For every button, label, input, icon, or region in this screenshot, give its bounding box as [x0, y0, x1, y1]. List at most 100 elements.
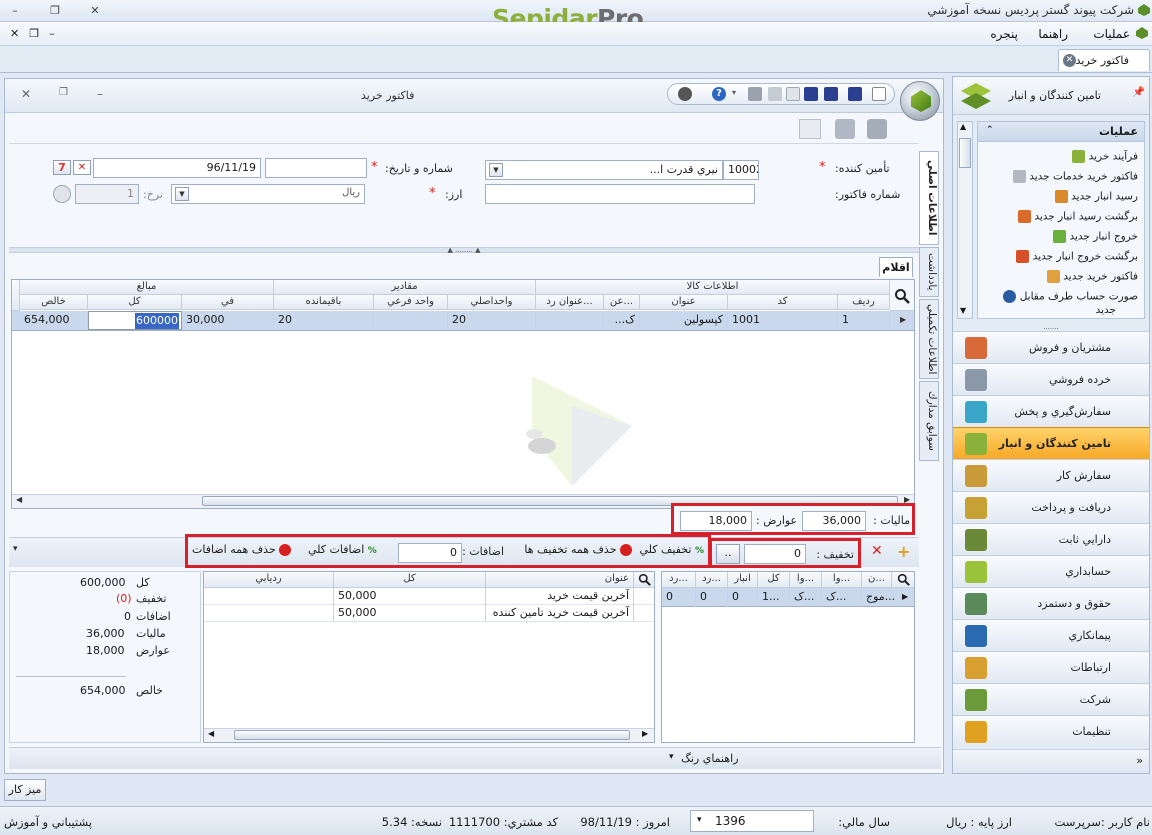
additions-input[interactable]: 0: [398, 543, 462, 563]
color-guide-bar[interactable]: ▾ راهنماي رنگ: [9, 747, 941, 769]
col-header-warehouse[interactable]: انبار: [728, 572, 758, 588]
tab-extra-info[interactable]: اطلاعات تکميلي: [919, 299, 939, 379]
delete-icon[interactable]: ✕: [871, 543, 883, 559]
cell[interactable]: 0: [662, 588, 696, 607]
col-header-2[interactable]: وا...: [822, 572, 862, 588]
cell[interactable]: موج...: [862, 588, 902, 607]
mid-grid-scrollbar[interactable]: ◀ ▶: [204, 728, 654, 742]
table-row[interactable]: ▶ موج... ک... ک... 1... 0 0 0: [662, 588, 914, 607]
cell-title-tracking[interactable]: ک...: [604, 311, 640, 330]
cell-tracking[interactable]: [204, 588, 334, 605]
cell[interactable]: ک...: [790, 588, 822, 607]
table-row[interactable]: آخرين قيمت خريد تامين کننده 50,000: [204, 605, 654, 622]
window-restore-button[interactable]: ❐: [44, 2, 66, 19]
save-new-icon[interactable]: [824, 87, 838, 101]
form-minimize-icon[interactable]: –: [97, 87, 103, 101]
col-header-total[interactable]: کل: [88, 295, 182, 310]
op-new-receipt-return[interactable]: برگشت رسيد انبار جديد: [1017, 210, 1138, 223]
cell[interactable]: ک...: [822, 588, 862, 607]
table-row[interactable]: آخرين قيمت خريد 50,000: [204, 588, 654, 605]
menu-operations[interactable]: عمليات: [1093, 27, 1130, 41]
remove-all-discounts-button[interactable]: حذف همه تخفيف ها: [524, 543, 632, 556]
col-header-1[interactable]: ن...: [862, 572, 892, 588]
expand-sidebar-icon[interactable]: »: [1136, 754, 1143, 767]
cell-unit-price[interactable]: 30,000: [182, 311, 274, 330]
cell-remaining[interactable]: 20: [274, 311, 374, 330]
module-ordering-distribution[interactable]: سفارش‌گيري و پخش: [953, 395, 1149, 427]
header-splitter[interactable]: ▲ ........ ▲: [9, 247, 919, 254]
form-restore-icon[interactable]: ❐: [59, 87, 68, 98]
col-header-main-unit[interactable]: واحداصلي: [448, 295, 536, 310]
collapse-icon[interactable]: ⌃: [986, 125, 994, 135]
module-suppliers-inventory[interactable]: تامين کنندگان و انبار: [953, 427, 1149, 459]
tab-purchase-invoice[interactable]: فاکتور خريد ✕: [1058, 49, 1150, 71]
col-header-remaining[interactable]: باقيمانده: [274, 295, 374, 310]
module-customers-sales[interactable]: مشتريان و فروش: [953, 331, 1149, 363]
op-counterparty-statement[interactable]: صورت حساب طرف مقابل: [1003, 290, 1138, 303]
fiscal-year-select[interactable]: ▾ 1396: [690, 810, 814, 832]
module-receipts-payments[interactable]: دريافت و پرداخت: [953, 491, 1149, 523]
new-icon[interactable]: [872, 87, 886, 101]
col-header-title-tracking[interactable]: عن...: [604, 295, 640, 310]
col-header-tracking-2[interactable]: رد...: [662, 572, 696, 588]
cell[interactable]: 0: [728, 588, 758, 607]
scroll-thumb[interactable]: [234, 730, 630, 740]
tax-input[interactable]: 36,000: [802, 511, 866, 531]
calendar-icon[interactable]: 7: [53, 160, 71, 175]
tab-close-icon[interactable]: ✕: [1063, 54, 1076, 67]
cell[interactable]: 1...: [758, 588, 790, 607]
form-close-icon[interactable]: ✕: [21, 87, 31, 101]
col-header-row-no[interactable]: رديف: [838, 295, 890, 310]
cell-sub-unit[interactable]: [374, 311, 448, 330]
invoice-date-input[interactable]: 96/11/19: [93, 158, 261, 178]
col-header-title[interactable]: عنوان: [486, 572, 634, 588]
sidebar-scrollbar[interactable]: ▲ ▼: [957, 121, 973, 319]
module-fixed-assets[interactable]: دارايي ثابت: [953, 523, 1149, 555]
menu-window[interactable]: پنجره: [990, 27, 1018, 41]
col-header-code[interactable]: کد: [728, 295, 838, 310]
tab-document-history[interactable]: سوابق مدارك: [919, 381, 939, 461]
cell-tracking[interactable]: [204, 605, 334, 622]
module-payroll[interactable]: حقوق و دستمزد: [953, 587, 1149, 619]
cell-title[interactable]: آخرين قيمت خريد: [486, 588, 634, 605]
op-new-receipt[interactable]: رسيد انبار جديد: [1054, 190, 1138, 203]
scroll-down-icon[interactable]: ▼: [960, 306, 966, 315]
tab-notes[interactable]: يادداشت: [919, 247, 939, 297]
discount-input[interactable]: 0: [744, 544, 806, 564]
col-header-sub-unit[interactable]: واحد فرعي: [374, 295, 448, 310]
col-header-title-tracking-2[interactable]: عنوان رد...: [536, 295, 604, 310]
search-icon[interactable]: [638, 573, 651, 586]
search-icon[interactable]: [894, 288, 910, 304]
cell-total[interactable]: 50,000: [334, 605, 486, 622]
menu-help[interactable]: راهنما: [1038, 27, 1068, 41]
clear-date-icon[interactable]: ✕: [73, 160, 91, 175]
tools-icon[interactable]: [678, 87, 692, 101]
print-icon[interactable]: [748, 87, 762, 101]
col-header-total[interactable]: کل: [334, 572, 486, 588]
op-purchase-process[interactable]: فرآيند خريد: [1072, 150, 1138, 163]
invoice-no-input[interactable]: [485, 184, 755, 204]
tab-items[interactable]: اقلام: [879, 257, 913, 277]
total-additions-button[interactable]: اضافات کلي %: [308, 543, 377, 556]
scroll-thumb[interactable]: [959, 138, 971, 168]
support-link[interactable]: پشتيباني و آموزش: [4, 815, 92, 829]
col-header-total[interactable]: کل: [758, 572, 790, 588]
cell-net[interactable]: 654,000: [20, 311, 88, 330]
help-icon[interactable]: ?: [712, 87, 726, 101]
app-orb-button[interactable]: [900, 81, 940, 121]
cell-main-unit[interactable]: 20: [448, 311, 536, 330]
module-work-order[interactable]: سفارش کار: [953, 459, 1149, 491]
cell-title[interactable]: آخرين قيمت خريد تامين کننده: [486, 605, 634, 622]
currency-dropdown-button[interactable]: ▼: [175, 187, 189, 201]
help-dropdown-icon[interactable]: ▾: [732, 88, 736, 97]
discount-lookup-button[interactable]: ..: [716, 544, 740, 564]
cell-total[interactable]: 50,000: [334, 588, 486, 605]
module-contracting[interactable]: پيمانکاري: [953, 619, 1149, 651]
documents-icon[interactable]: [867, 119, 887, 139]
calculator-icon[interactable]: [799, 119, 821, 139]
col-header-3[interactable]: وا...: [790, 572, 822, 588]
scroll-up-icon[interactable]: ▲: [960, 122, 966, 131]
remove-all-additions-button[interactable]: حذف همه اضافات: [192, 543, 292, 556]
search-icon[interactable]: [897, 573, 910, 586]
currency-select[interactable]: ريال: [171, 184, 365, 204]
